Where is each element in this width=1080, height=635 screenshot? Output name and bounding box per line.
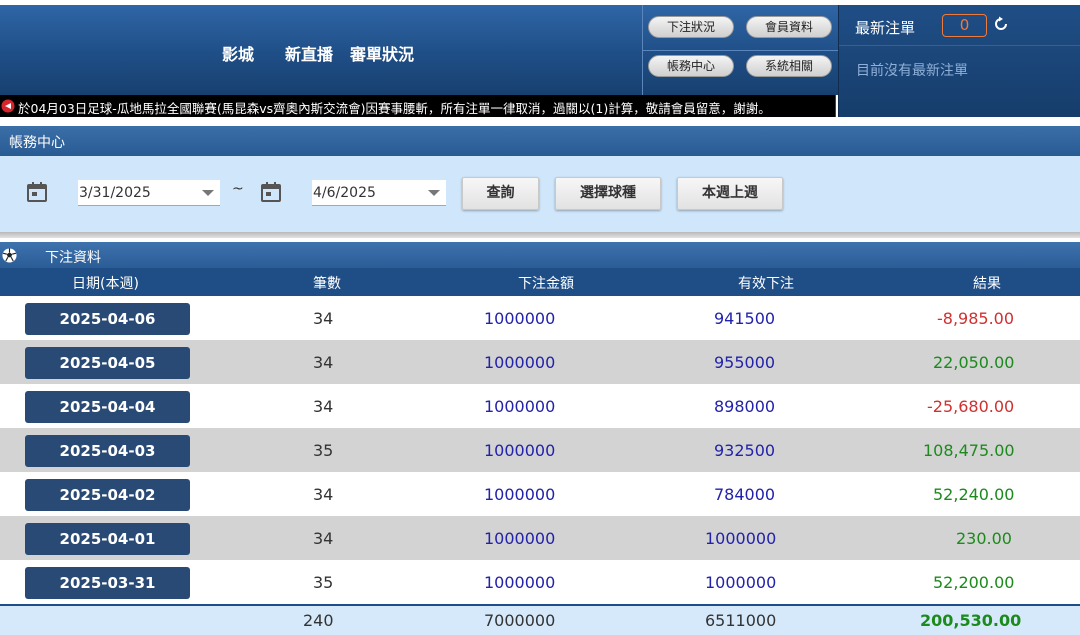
col-valid-bet: 有效下注	[738, 276, 794, 292]
row-valid-bet: 1000000	[705, 529, 777, 548]
row-count: 34	[313, 397, 334, 416]
ticker-text: 於04月03日足球-瓜地馬拉全國聯賽(馬昆森vs齊奧內斯交流會)因賽事腰斬，所有…	[18, 101, 771, 116]
query-button[interactable]: 查詢	[462, 177, 539, 210]
bet-data-header: 下注資料	[0, 242, 1080, 268]
row-valid-bet: 955000	[714, 353, 776, 372]
row-bet-amount: 1000000	[484, 309, 556, 328]
week-toggle-button[interactable]: 本週上週	[677, 177, 783, 210]
row-date-button[interactable]: 2025-04-06	[25, 303, 190, 335]
member-info-button[interactable]: 會員資料	[746, 16, 832, 38]
row-count: 34	[313, 529, 334, 548]
row-date-button[interactable]: 2025-04-05	[25, 347, 190, 379]
latest-bets-title: 最新注單	[855, 19, 916, 37]
table-row: 2025-04-06 34 1000000 941500 -8,985.00	[0, 296, 1080, 340]
latest-bets-message: 目前沒有最新注單	[856, 63, 968, 79]
end-date-value: 4/6/2025	[313, 185, 376, 201]
table-row: 2025-04-03 35 1000000 932500 108,475.00	[0, 428, 1080, 472]
filter-divider	[0, 232, 1080, 238]
nav-live[interactable]: 新直播	[285, 41, 333, 65]
alert-icon	[1, 99, 15, 113]
latest-bets-count: 0	[942, 14, 987, 37]
total-valid-bet: 6511000	[705, 611, 777, 630]
section-title: 帳務中心	[9, 135, 65, 151]
row-date-button[interactable]: 2025-04-01	[25, 523, 190, 555]
table-column-headers: 日期(本週) 筆數 下注金額 有效下注 結果	[0, 268, 1080, 296]
bet-status-button[interactable]: 下注狀況	[648, 16, 734, 38]
row-result: 22,050.00	[933, 353, 1015, 372]
end-date-select[interactable]: 4/6/2025	[312, 180, 446, 206]
total-result: 200,530.00	[920, 611, 1022, 630]
total-bet-amount: 7000000	[484, 611, 556, 630]
row-count: 35	[313, 441, 334, 460]
bet-data-title: 下注資料	[45, 250, 101, 266]
table-row: 2025-04-02 34 1000000 784000 52,240.00	[0, 472, 1080, 516]
row-bet-amount: 1000000	[484, 353, 556, 372]
row-bet-amount: 1000000	[484, 573, 556, 592]
account-center-button[interactable]: 帳務中心	[648, 55, 734, 77]
col-bet-amount: 下注金額	[518, 276, 574, 292]
latest-bets-panel: 最新注單 0 目前沒有最新注單	[838, 5, 1080, 117]
row-valid-bet: 1000000	[705, 573, 777, 592]
announcement-ticker: 於04月03日足球-瓜地馬拉全國聯賽(馬昆森vs齊奧內斯交流會)因賽事腰斬，所有…	[0, 95, 836, 117]
row-valid-bet: 941500	[714, 309, 776, 328]
row-result: -25,680.00	[927, 397, 1015, 416]
start-date-value: 3/31/2025	[79, 185, 151, 201]
row-bet-amount: 1000000	[484, 397, 556, 416]
total-row: 240 7000000 6511000 200,530.00	[0, 604, 1080, 635]
row-count: 35	[313, 573, 334, 592]
row-date-button[interactable]: 2025-04-04	[25, 391, 190, 423]
row-result: 230.00	[956, 529, 1012, 548]
header-nav: 影城 新直播 審單狀況	[222, 41, 414, 65]
system-button[interactable]: 系統相關	[746, 55, 832, 77]
section-bar: 帳務中心	[0, 126, 1080, 156]
row-result: 52,200.00	[933, 573, 1015, 592]
bet-table-body: 2025-04-06 34 1000000 941500 -8,985.00 2…	[0, 296, 1080, 604]
row-valid-bet: 898000	[714, 397, 776, 416]
header-button-panel: 下注狀況 會員資料 帳務中心 系統相關	[642, 5, 839, 95]
row-date-button[interactable]: 2025-04-03	[25, 435, 190, 467]
col-result: 結果	[973, 276, 1001, 292]
header-nav-area: 影城 新直播 審單狀況	[0, 5, 642, 95]
row-valid-bet: 932500	[714, 441, 776, 460]
col-count: 筆數	[313, 276, 341, 292]
caret-down-icon	[428, 190, 440, 196]
total-count: 240	[303, 611, 334, 630]
top-header: 影城 新直播 審單狀況 下注狀況 會員資料 帳務中心 系統相關 最新注單 0 目…	[0, 0, 1080, 118]
select-sport-button[interactable]: 選擇球種	[555, 177, 661, 210]
refresh-icon[interactable]	[993, 16, 1009, 32]
row-bet-amount: 1000000	[484, 529, 556, 548]
latest-divider	[839, 45, 1080, 46]
row-count: 34	[313, 353, 334, 372]
start-date-select[interactable]: 3/31/2025	[78, 180, 220, 206]
date-range-separator: ~	[232, 181, 244, 197]
nav-cinema[interactable]: 影城	[222, 41, 254, 65]
nav-review-status[interactable]: 審單狀況	[350, 41, 414, 65]
row-bet-amount: 1000000	[484, 441, 556, 460]
header-button-divider	[643, 50, 839, 51]
soccer-ball-icon	[2, 248, 17, 263]
row-count: 34	[313, 309, 334, 328]
row-date-button[interactable]: 2025-03-31	[25, 567, 190, 599]
row-bet-amount: 1000000	[484, 485, 556, 504]
table-row: 2025-04-05 34 1000000 955000 22,050.00	[0, 340, 1080, 384]
col-date: 日期(本週)	[72, 276, 139, 292]
row-result: -8,985.00	[937, 309, 1015, 328]
caret-down-icon	[202, 190, 214, 196]
row-date-button[interactable]: 2025-04-02	[25, 479, 190, 511]
table-row: 2025-04-04 34 1000000 898000 -25,680.00	[0, 384, 1080, 428]
table-row: 2025-04-01 34 1000000 1000000 230.00	[0, 516, 1080, 560]
row-valid-bet: 784000	[714, 485, 776, 504]
row-result: 108,475.00	[923, 441, 1015, 460]
row-result: 52,240.00	[933, 485, 1015, 504]
row-count: 34	[313, 485, 334, 504]
calendar-icon[interactable]	[26, 181, 48, 203]
table-row: 2025-03-31 35 1000000 1000000 52,200.00	[0, 560, 1080, 604]
calendar-icon[interactable]	[260, 181, 282, 203]
